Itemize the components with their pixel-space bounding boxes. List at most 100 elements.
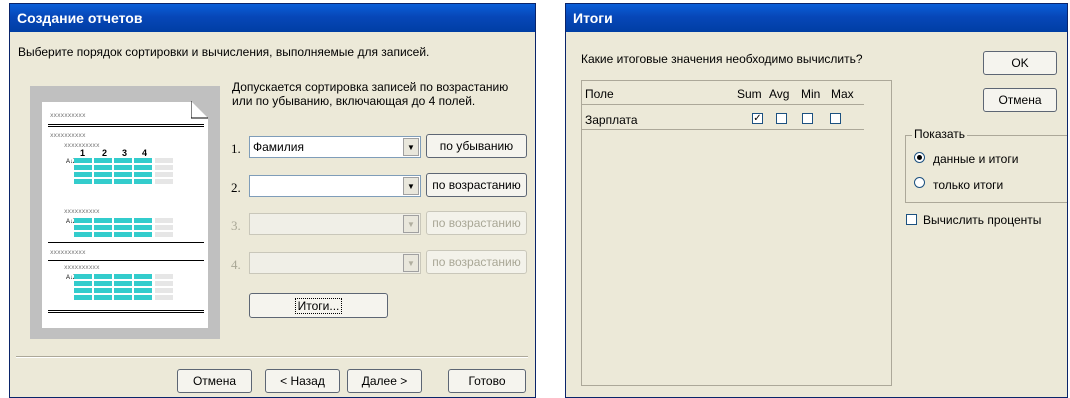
preview-line	[48, 310, 204, 311]
preview-cell	[134, 274, 152, 279]
preview-cell	[134, 158, 152, 163]
totals-cancel-button[interactable]: Отмена	[983, 88, 1057, 112]
preview-cell	[134, 179, 152, 184]
preview-cell	[114, 165, 132, 170]
preview-cell	[114, 179, 132, 184]
totals-only-label[interactable]: только итоги	[933, 178, 1003, 192]
report-preview: xxxxxxxxxx xxxxxxxxxx xxxxxxxxxx 1 2 3 4…	[30, 86, 220, 339]
preview-cell	[94, 179, 112, 184]
show-group-label: Показать	[912, 127, 968, 141]
preview-cell-empty	[155, 165, 173, 170]
preview-cell	[94, 232, 112, 237]
preview-cell-empty	[155, 232, 173, 237]
sum-checkbox[interactable]: ✓	[752, 113, 763, 124]
footer-separator	[16, 356, 528, 358]
preview-cell	[74, 295, 92, 300]
preview-subgroup-placeholder: xxxxxxxxxx	[64, 208, 100, 215]
cancel-button[interactable]: Отмена	[177, 369, 252, 393]
preview-cell	[114, 218, 132, 223]
preview-line	[48, 124, 204, 125]
totals-button[interactable]: Итоги...	[249, 293, 388, 318]
preview-cell	[134, 225, 152, 230]
column-header-min: Min	[801, 87, 821, 101]
column-header-sum: Sum	[737, 87, 762, 101]
preview-cell	[94, 165, 112, 170]
preview-cell	[74, 274, 92, 279]
preview-page: xxxxxxxxxx xxxxxxxxxx xxxxxxxxxx 1 2 3 4…	[42, 101, 208, 328]
preview-col-1: 1	[80, 148, 86, 158]
preview-cell	[74, 225, 92, 230]
preview-cell-empty	[155, 288, 173, 293]
sort-order-1-button[interactable]: по убыванию	[426, 134, 527, 158]
preview-cell	[74, 172, 92, 177]
preview-group-placeholder: xxxxxxxxxx	[50, 132, 86, 139]
data-and-totals-radio[interactable]	[914, 152, 925, 163]
preview-cell	[114, 225, 132, 230]
preview-group-placeholder: xxxxxxxxxx	[50, 249, 86, 256]
sort-description: Допускается сортировка записей по возрас…	[232, 80, 509, 108]
sort-glyph: A↓Z	[66, 275, 77, 281]
chevron-down-icon[interactable]: ▼	[403, 215, 419, 233]
report-wizard-window: Создание отчетов Выберите порядок сортир…	[9, 3, 536, 398]
finish-button[interactable]: Готово	[448, 369, 526, 393]
preview-cell	[94, 225, 112, 230]
data-and-totals-label[interactable]: данные и итоги	[933, 152, 1018, 166]
preview-cell-empty	[155, 179, 173, 184]
avg-checkbox[interactable]	[776, 113, 787, 124]
show-groupbox	[905, 135, 1067, 203]
sort-field-4-combo[interactable]: ▼	[249, 252, 421, 274]
back-button[interactable]: < Назад	[265, 369, 340, 393]
preview-cell	[94, 158, 112, 163]
preview-cell	[74, 232, 92, 237]
preview-subgroup-placeholder: xxxxxxxxxx	[64, 264, 100, 271]
sort-row-2-number: 2.	[231, 180, 241, 195]
preview-cell	[94, 295, 112, 300]
sort-order-4-button[interactable]: по возрастанию	[426, 250, 527, 274]
sort-field-2-combo[interactable]: ▼	[249, 175, 421, 197]
chevron-down-icon[interactable]: ▼	[403, 177, 419, 195]
preview-cell	[134, 218, 152, 223]
totals-button-label: Итоги...	[294, 297, 343, 314]
preview-cell-empty	[155, 295, 173, 300]
totals-window: Итоги Какие итоговые значения необходимо…	[565, 3, 1068, 398]
chevron-down-icon[interactable]: ▼	[403, 138, 419, 156]
preview-cell	[94, 218, 112, 223]
preview-cell	[134, 232, 152, 237]
preview-cell	[134, 165, 152, 170]
totals-only-radio[interactable]	[914, 177, 925, 188]
header-divider	[582, 104, 864, 105]
column-header-avg: Avg	[769, 87, 790, 101]
ok-button[interactable]: OK	[983, 51, 1057, 75]
preview-col-3: 3	[122, 148, 128, 158]
max-checkbox[interactable]	[830, 113, 841, 124]
preview-cell	[74, 179, 92, 184]
next-button[interactable]: Далее >	[347, 369, 422, 393]
preview-cell	[134, 172, 152, 177]
summary-row-field: Зарплата	[585, 113, 638, 127]
summary-panel: Поле Sum Avg Min Max Зарплата ✓	[581, 80, 892, 386]
preview-cell-empty	[155, 218, 173, 223]
preview-cell-empty	[155, 158, 173, 163]
calc-percent-label[interactable]: Вычислить проценты	[923, 213, 1041, 227]
preview-cell	[114, 295, 132, 300]
preview-cell	[74, 218, 92, 223]
sort-field-1-combo[interactable]: Фамилия ▼	[249, 136, 421, 158]
preview-cell	[134, 281, 152, 286]
sort-order-3-button[interactable]: по возрастанию	[426, 211, 527, 235]
sort-row-3-number: 3.	[231, 218, 241, 233]
sort-order-2-button[interactable]: по возрастанию	[426, 173, 527, 197]
preview-cell	[114, 172, 132, 177]
sort-row-4-number: 4.	[231, 257, 241, 272]
preview-cell-empty	[155, 225, 173, 230]
preview-cell	[74, 165, 92, 170]
calc-percent-checkbox[interactable]	[906, 214, 917, 225]
chevron-down-icon[interactable]: ▼	[403, 254, 419, 272]
preview-line	[48, 312, 204, 313]
preview-cell	[114, 281, 132, 286]
column-header-max: Max	[831, 87, 854, 101]
preview-line	[48, 126, 204, 127]
sort-field-3-combo[interactable]: ▼	[249, 213, 421, 235]
preview-cell-empty	[155, 172, 173, 177]
min-checkbox[interactable]	[802, 113, 813, 124]
preview-cell	[94, 172, 112, 177]
